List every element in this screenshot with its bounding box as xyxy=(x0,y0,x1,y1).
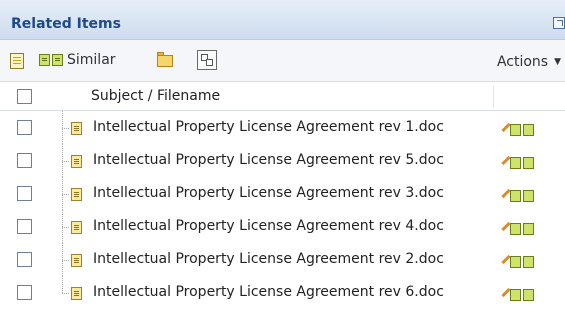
toolbar: Similar Actions ▼ xyxy=(0,40,565,82)
select-all-checkbox[interactable] xyxy=(17,89,32,104)
list-view-icon[interactable] xyxy=(10,53,24,69)
panel-header: Related Items xyxy=(0,0,565,40)
edit-similar-icon[interactable] xyxy=(501,286,541,302)
document-icon xyxy=(71,254,82,267)
row-checkbox[interactable] xyxy=(17,285,32,300)
row-checkbox[interactable] xyxy=(17,120,32,135)
row-checkbox[interactable] xyxy=(17,153,32,168)
document-icon xyxy=(71,287,82,300)
filename[interactable]: Intellectual Property License Agreement … xyxy=(93,152,444,168)
filename[interactable]: Intellectual Property License Agreement … xyxy=(93,119,444,135)
grid-header: Subject / Filename xyxy=(0,82,565,111)
column-header-subject[interactable]: Subject / Filename xyxy=(91,88,220,104)
edit-similar-icon[interactable] xyxy=(501,187,541,203)
row-checkbox[interactable] xyxy=(17,219,32,234)
row-checkbox[interactable] xyxy=(17,186,32,201)
row-checkbox[interactable] xyxy=(17,252,32,267)
similar-docs-icon xyxy=(52,54,63,66)
filename[interactable]: Intellectual Property License Agreement … xyxy=(93,284,444,300)
panel-title: Related Items xyxy=(11,16,121,32)
filename[interactable]: Intellectual Property License Agreement … xyxy=(93,218,444,234)
popout-icon[interactable] xyxy=(553,17,565,29)
tree-branch xyxy=(62,194,69,195)
table-row[interactable]: Intellectual Property License Agreement … xyxy=(0,111,565,144)
edit-similar-icon[interactable] xyxy=(501,253,541,269)
document-icon xyxy=(71,188,82,201)
similar-docs-icon xyxy=(39,54,50,66)
filename[interactable]: Intellectual Property License Agreement … xyxy=(93,185,444,201)
table-row[interactable]: Intellectual Property License Agreement … xyxy=(0,243,565,276)
similar-button[interactable]: Similar xyxy=(39,52,149,69)
copy-icon[interactable] xyxy=(197,50,217,70)
tree-branch xyxy=(62,260,69,261)
table-row[interactable]: Intellectual Property License Agreement … xyxy=(0,276,565,309)
tree-branch xyxy=(62,128,69,129)
tree-branch xyxy=(62,161,69,162)
table-row[interactable]: Intellectual Property License Agreement … xyxy=(0,144,565,177)
edit-similar-icon[interactable] xyxy=(501,220,541,236)
document-icon xyxy=(71,122,82,135)
tree-branch xyxy=(62,227,69,228)
document-icon xyxy=(71,221,82,234)
table-row[interactable]: Intellectual Property License Agreement … xyxy=(0,210,565,243)
edit-similar-icon[interactable] xyxy=(501,154,541,170)
table-row[interactable]: Intellectual Property License Agreement … xyxy=(0,177,565,210)
chevron-down-icon: ▼ xyxy=(554,57,561,67)
filename[interactable]: Intellectual Property License Agreement … xyxy=(93,251,444,267)
actions-menu[interactable]: Actions ▼ xyxy=(497,54,561,70)
tree-branch xyxy=(62,293,69,294)
document-icon xyxy=(71,155,82,168)
column-divider xyxy=(493,86,494,107)
similar-label: Similar xyxy=(67,52,116,68)
edit-similar-icon[interactable] xyxy=(501,121,541,137)
folder-icon[interactable] xyxy=(157,52,173,67)
actions-label: Actions xyxy=(496,54,549,70)
